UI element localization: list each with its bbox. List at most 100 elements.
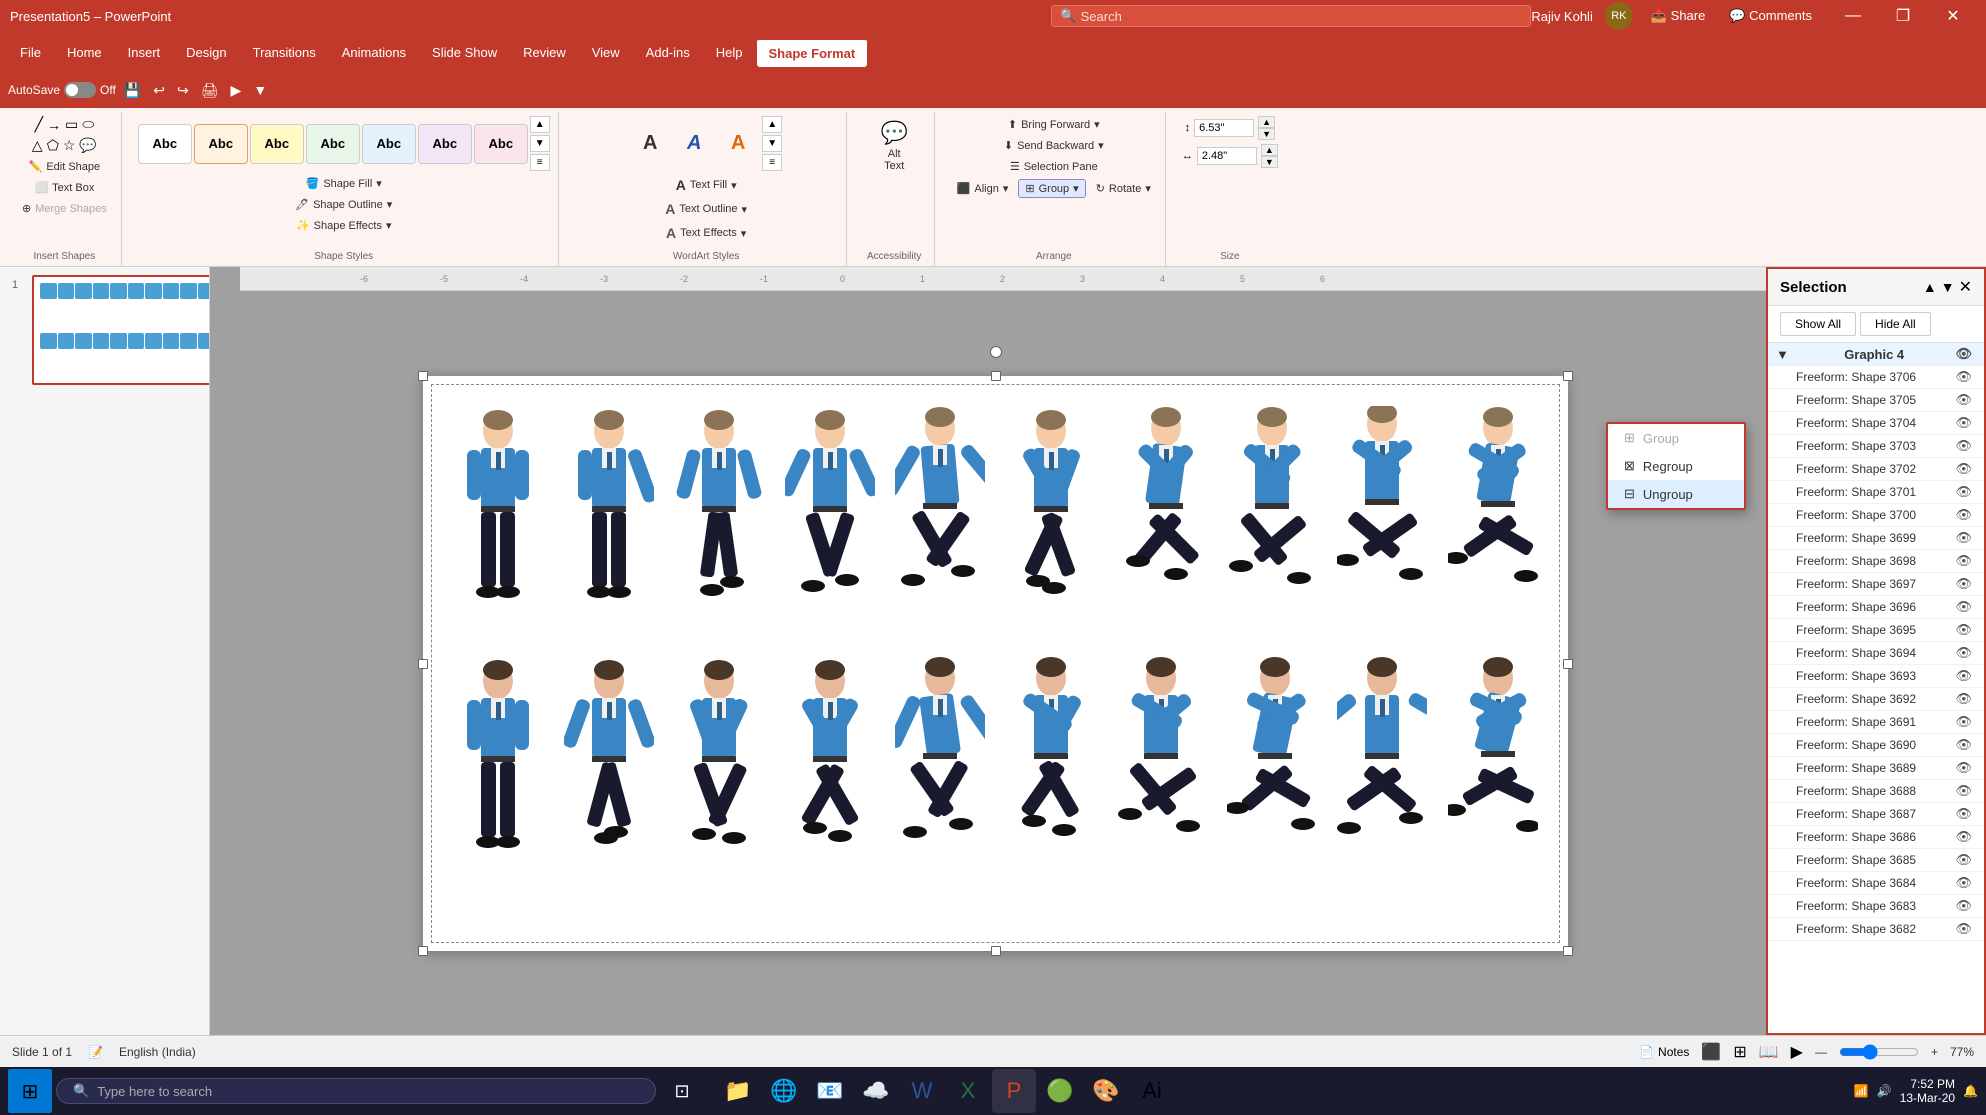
shape-style-1[interactable]: Abc	[138, 124, 192, 164]
search-input[interactable]	[1081, 9, 1523, 24]
selection-pane-close[interactable]: ✕	[1959, 277, 1972, 297]
selection-list-item[interactable]: Freeform: Shape 3686👁	[1768, 826, 1984, 849]
shape-outline-button[interactable]: 🖊 Shape Outline ▾	[289, 196, 398, 213]
more-qa-button[interactable]: ▼	[249, 80, 271, 100]
dropdown-group-item[interactable]: ⊞ Group	[1608, 424, 1744, 452]
selection-list-item[interactable]: Freeform: Shape 3699👁	[1768, 527, 1984, 550]
hide-all-button[interactable]: Hide All	[1860, 312, 1931, 336]
width-down[interactable]: ▼	[1258, 128, 1275, 140]
menu-insert[interactable]: Insert	[116, 39, 173, 66]
selection-pane-button[interactable]: ☰ Selection Pane	[1004, 158, 1104, 175]
print-button[interactable]: 🖨	[197, 80, 223, 101]
visibility-eye-icon[interactable]: 👁	[1955, 599, 1972, 615]
shape-style-5[interactable]: Abc	[362, 124, 416, 164]
selection-list-item[interactable]: Freeform: Shape 3695👁	[1768, 619, 1984, 642]
text-outline-button[interactable]: A Text Outline ▾	[659, 199, 753, 219]
shape-style-4[interactable]: Abc	[306, 124, 360, 164]
restore-button[interactable]: ❐	[1880, 0, 1926, 32]
dropdown-ungroup-item[interactable]: ⊟ Ungroup	[1608, 480, 1744, 508]
visibility-eye-icon[interactable]: 👁	[1955, 714, 1972, 730]
dropdown-regroup-item[interactable]: ⊠ Regroup	[1608, 452, 1744, 480]
visibility-eye-icon[interactable]: 👁	[1955, 783, 1972, 799]
visibility-eye-icon[interactable]: 👁	[1955, 829, 1972, 845]
selection-list-item[interactable]: Freeform: Shape 3682👁	[1768, 918, 1984, 941]
visibility-eye-icon[interactable]: 👁	[1955, 438, 1972, 454]
send-backward-button[interactable]: ⬇ Send Backward ▾	[998, 137, 1110, 154]
autosave-toggle[interactable]: AutoSave Off	[8, 82, 116, 98]
reading-view-button[interactable]: 📖	[1759, 1042, 1779, 1062]
height-input[interactable]	[1197, 147, 1257, 165]
word-app[interactable]: W	[900, 1069, 944, 1113]
visibility-eye-icon[interactable]: 👁	[1955, 415, 1972, 431]
visibility-eye-icon[interactable]: 👁	[1955, 875, 1972, 891]
handle-mr[interactable]	[1563, 659, 1573, 669]
share-button[interactable]: 📤 Share	[1645, 6, 1712, 26]
height-up[interactable]: ▲	[1261, 144, 1278, 156]
notification-icon[interactable]: 🔔	[1963, 1084, 1978, 1098]
selection-list-item[interactable]: Freeform: Shape 3698👁	[1768, 550, 1984, 573]
onedrive-app[interactable]: ☁️	[854, 1069, 898, 1113]
taskview-button[interactable]: ⊡	[660, 1069, 704, 1113]
show-all-button[interactable]: Show All	[1780, 312, 1856, 336]
visibility-eye-icon[interactable]: 👁	[1955, 921, 1972, 937]
visibility-eye-icon[interactable]: 👁	[1955, 484, 1972, 500]
wordart-2[interactable]: A	[674, 124, 714, 164]
selection-list-item[interactable]: Freeform: Shape 3693👁	[1768, 665, 1984, 688]
text-box-button[interactable]: ⬜ Text Box	[28, 179, 100, 196]
notes-button[interactable]: 📄 Notes	[1639, 1045, 1689, 1059]
visibility-eye-icon[interactable]: 👁	[1955, 369, 1972, 385]
menu-view[interactable]: View	[580, 39, 632, 66]
slide-item-1[interactable]: 1	[32, 275, 201, 385]
visibility-eye-icon[interactable]: 👁	[1955, 530, 1972, 546]
align-button[interactable]: ⬛ Align ▾	[951, 180, 1015, 197]
selection-pane-down[interactable]: ▼	[1941, 277, 1955, 297]
comments-button[interactable]: 💬 Comments	[1723, 6, 1818, 26]
handle-tl[interactable]	[418, 371, 428, 381]
wordart-scroll-up[interactable]: ▲	[762, 116, 782, 133]
present-button[interactable]: ▶	[227, 80, 246, 101]
selection-list-item[interactable]: Freeform: Shape 3685👁	[1768, 849, 1984, 872]
menu-addins[interactable]: Add-ins	[634, 39, 702, 66]
slide-sorter-button[interactable]: ⊞	[1733, 1042, 1746, 1062]
start-button[interactable]: ⊞	[8, 1069, 52, 1113]
star-icon[interactable]: ☆	[63, 137, 76, 154]
slide-thumbnail-1[interactable]	[32, 275, 210, 385]
visibility-eye-icon[interactable]: 👁	[1955, 507, 1972, 523]
shape-style-6[interactable]: Abc	[418, 124, 472, 164]
handle-br[interactable]	[1563, 946, 1573, 956]
selection-list-item[interactable]: Freeform: Shape 3700👁	[1768, 504, 1984, 527]
visibility-eye-icon[interactable]: 👁	[1955, 553, 1972, 569]
handle-bl[interactable]	[418, 946, 428, 956]
explorer-app[interactable]: 📁	[716, 1069, 760, 1113]
undo-button[interactable]: ↩	[149, 80, 169, 101]
alt-text-button[interactable]: 💬 AltText	[872, 116, 916, 176]
visibility-eye-icon[interactable]: 👁	[1955, 852, 1972, 868]
normal-view-button[interactable]: ⬛	[1701, 1042, 1721, 1062]
selection-list-item[interactable]: Freeform: Shape 3684👁	[1768, 872, 1984, 895]
styles-scroll-up[interactable]: ▲	[530, 116, 550, 133]
shape-effects-button[interactable]: ✨ Shape Effects ▾	[290, 217, 398, 234]
wordart-1[interactable]: A	[630, 124, 670, 164]
shape-style-7[interactable]: Abc	[474, 124, 528, 164]
selection-list-item[interactable]: Freeform: Shape 3705👁	[1768, 389, 1984, 412]
shape-style-2[interactable]: Abc	[194, 124, 248, 164]
handle-ml[interactable]	[418, 659, 428, 669]
handle-tc[interactable]	[991, 371, 1001, 381]
width-up[interactable]: ▲	[1258, 116, 1275, 128]
menu-design[interactable]: Design	[174, 39, 238, 66]
selection-pane-up[interactable]: ▲	[1923, 277, 1937, 297]
zoom-plus[interactable]: +	[1931, 1045, 1938, 1059]
visibility-eye-icon[interactable]: 👁	[1955, 691, 1972, 707]
selection-list-item[interactable]: Freeform: Shape 3692👁	[1768, 688, 1984, 711]
callout-icon[interactable]: 💬	[79, 137, 96, 154]
menu-animations[interactable]: Animations	[330, 39, 418, 66]
text-fill-button[interactable]: A Text Fill ▾	[670, 175, 743, 195]
slide-show-button[interactable]: ▶	[1791, 1042, 1803, 1062]
visibility-eye-icon[interactable]: 👁	[1955, 645, 1972, 661]
zoom-minus[interactable]: —	[1815, 1045, 1827, 1059]
triangle-icon[interactable]: △	[32, 137, 43, 154]
edit-shape-button[interactable]: ✏️ Edit Shape	[23, 158, 107, 175]
redo-button[interactable]: ↪	[173, 80, 193, 101]
save-button[interactable]: 💾	[120, 80, 145, 101]
styles-more[interactable]: ≡	[530, 154, 550, 171]
